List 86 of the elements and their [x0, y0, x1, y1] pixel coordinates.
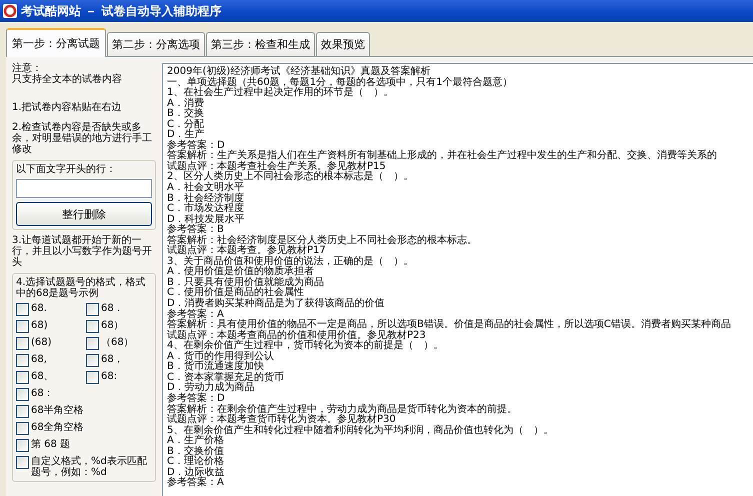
checkbox-label: 68,	[31, 354, 47, 365]
text-line: 答案解析：在剩余价值产生过程中，劳动力成为商品是货币转化为资本的前提。	[167, 404, 518, 414]
text-line: 4、在剩余价值产生过程中，货币转化为资本的前提是（ ）。	[167, 341, 444, 352]
text-line: A．使用价值是价值的物质承担者	[167, 267, 314, 278]
checkbox[interactable]	[86, 303, 99, 316]
checkbox[interactable]	[86, 371, 99, 384]
tab[interactable]: 效果预览	[316, 32, 370, 56]
text-line: 参考答案：A	[167, 310, 224, 320]
text-line: D．劳动力成为商品	[167, 383, 256, 394]
checkbox[interactable]	[86, 354, 99, 367]
checkbox-label: 68：	[31, 388, 54, 399]
group-label: 以下面文字开头的行：	[16, 164, 117, 175]
checkbox[interactable]	[86, 320, 99, 333]
tab[interactable]: 第三步：检查和生成	[206, 32, 315, 56]
text-line: 答案解析：社会经济制度是区分人类历史上不同社会形态的根本标志。	[167, 236, 478, 246]
text-line: D．边际收益	[167, 468, 226, 478]
text-line: 2、区分人类历史上不同社会形态的根本标志是（ ）。	[167, 172, 414, 182]
text-line: 参考答案：A	[167, 478, 225, 489]
checkbox[interactable]	[16, 422, 29, 435]
text-line: 答案解析：生产关系是指人们在生产资料所有制基础上形成的，并在社会生产过程中发生的生产和分配、交换、消费等关系的	[167, 151, 718, 162]
text-line: A．社会文明水平	[167, 183, 245, 194]
note-text: 只支持全文本的试卷内容	[12, 74, 123, 85]
checkbox-label: （68）	[101, 337, 134, 348]
window-title: 考试酷网站 － 试卷自动导入辅助程序	[21, 2, 222, 20]
text-line: 一、单项选择题（共60题，每题1分，每题的各选项中，只有1个最符合题意）	[167, 78, 514, 88]
checkbox-label: 第 68 题	[31, 439, 70, 450]
text-line: 3、关于商品价值和使用价值的说法，正确的是（ ）。	[167, 256, 414, 267]
checkbox-label: 68）	[101, 320, 124, 331]
text-line: B．交换	[167, 109, 205, 120]
text-line: D．生产	[167, 130, 205, 140]
tab[interactable]: 第一步：分离试题	[6, 28, 106, 57]
checkbox[interactable]	[16, 303, 29, 316]
text-line: B．交换价值	[167, 446, 225, 457]
text-line: D．消费者购买某种商品是为了获得该商品的价值	[167, 299, 386, 310]
checkbox-label: 自定义格式，%d表示匹配题号，例如：%d	[31, 456, 148, 478]
input-field[interactable]	[16, 179, 152, 198]
text-line: 参考答案：B	[167, 225, 224, 236]
group-label: 4.选择试题题号的格式，格式中的68是题号示例	[16, 277, 147, 299]
checkbox[interactable]	[16, 439, 29, 452]
checkbox-label: 68)	[31, 320, 48, 331]
app-icon	[3, 4, 17, 18]
text-line: 试题点评：本题考查。参见教材P17	[167, 246, 327, 256]
text-line: D．科技发展水平	[167, 214, 246, 225]
text-line: 试题点评：本题考查货币转化为资本。参见教材P30	[167, 415, 396, 426]
text-line: C．资本家掌握充足的货币	[167, 372, 285, 383]
checkbox-label: 68，	[101, 354, 124, 365]
note-title: 注意：	[12, 63, 42, 74]
step-text: 1.把试卷内容粘贴在右边	[12, 102, 123, 113]
text-line: B．只要具有使用价值就能成为商品	[167, 278, 325, 288]
text-line: B．货币流通速度加快	[167, 362, 264, 372]
tab[interactable]: 第二步：分离选项	[107, 32, 205, 56]
step-text: 3.让每道试题都开始于新的一行，并且以小写数字作为题号开头	[12, 235, 153, 268]
text-line: A．消费	[167, 98, 205, 109]
text-line: 试题点评：本题考查商品的价值和使用价值。参见教材P23	[167, 330, 427, 341]
checkbox[interactable]	[16, 388, 29, 401]
text-line: B．社会经济制度	[167, 194, 245, 204]
checkbox-label: 68:	[101, 371, 118, 382]
text-line: C．使用价值是商品的社会属性	[167, 288, 304, 298]
text-editor[interactable]	[162, 63, 753, 496]
text-line: 试题点评：本题考查社会生产关系。参见教材P15	[167, 162, 387, 172]
checkbox[interactable]	[16, 337, 29, 350]
checkbox[interactable]	[16, 354, 29, 367]
text-line: A．货币的作用得到公认	[167, 352, 275, 362]
step-text: 2.检查试卷内容是否缺失或多余，对明显错误的地方进行手工修改	[12, 122, 153, 155]
checkbox-label: 68全角空格	[31, 422, 84, 433]
checkbox-label: 68、	[31, 371, 54, 382]
checkbox-label: (68)	[31, 337, 52, 348]
checkbox-label: 68.	[31, 303, 47, 314]
checkbox-label: 68．	[101, 303, 124, 314]
text-line: A．生产价格	[167, 436, 225, 446]
text-line: 参考答案：D	[167, 394, 226, 404]
checkbox[interactable]	[16, 456, 29, 469]
text-line: 答案解析：具有使用价值的物品不一定是商品，所以选项B错误。价值是商品的社会属性，所以选项C错误。消费者购买某种商品	[167, 320, 732, 330]
text-line: 1、在社会生产过程中起决定作用的环节是（ ）。	[167, 88, 394, 98]
checkbox[interactable]	[16, 405, 29, 418]
checkbox[interactable]	[16, 320, 29, 333]
delete-lines-button[interactable]: 整行删除	[16, 202, 152, 226]
text-line: C．市场发达程度	[167, 204, 244, 214]
checkbox[interactable]	[16, 371, 29, 384]
checkbox-label: 68半角空格	[31, 405, 84, 416]
text-line: 2009年(初级)经济师考试《经济基础知识》真题及答案解析	[167, 67, 432, 77]
checkbox[interactable]	[86, 337, 99, 350]
text-line: C．分配	[167, 120, 205, 130]
text-line: 5、在剩余价值产生和转化过程中随着利润转化为平均利润，商品价值也转化为（ ）。	[167, 426, 554, 436]
text-line: 参考答案：D	[167, 140, 225, 151]
text-line: C．理论价格	[167, 457, 224, 468]
